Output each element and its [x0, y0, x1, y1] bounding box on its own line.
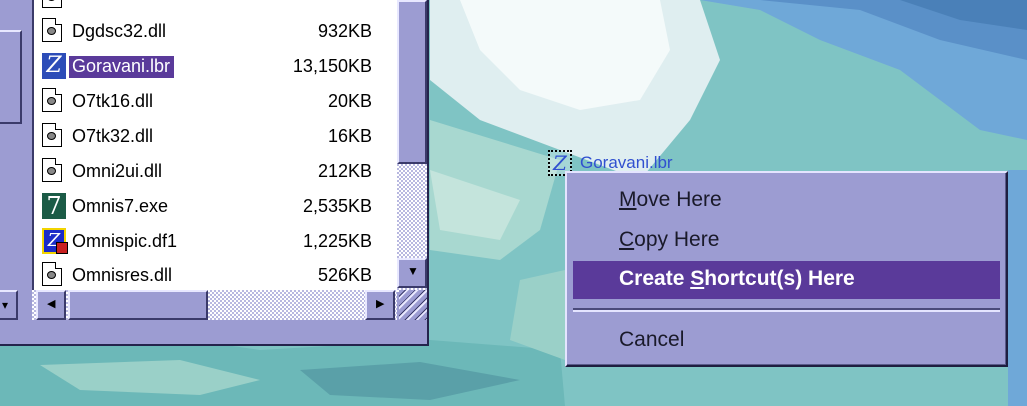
list-item[interactable]: Omnisres.dll 526KB: [42, 258, 392, 292]
omnis-library-icon: Z: [42, 53, 66, 79]
list-item-selected[interactable]: Z Goravani.lbr 13,150KB: [42, 49, 392, 83]
scroll-left-button[interactable]: ◀: [36, 290, 66, 320]
menu-item-copy-here[interactable]: Copy Here: [573, 221, 1000, 259]
file-name: Dgdsc32.dll: [72, 21, 167, 41]
context-menu: Move Here Copy Here Create Shortcut(s) H…: [565, 171, 1008, 367]
dll-file-icon: [42, 0, 66, 10]
file-name: Omnisres.dll: [72, 265, 173, 285]
list-item[interactable]: O7tk16.dll 20KB: [42, 84, 392, 118]
dll-file-icon: [42, 18, 66, 44]
vertical-scrollbar[interactable]: ▼: [397, 0, 427, 290]
omnis-datafile-icon: Z: [42, 228, 68, 254]
file-size: 20KB: [327, 91, 372, 111]
horizontal-scrollbar[interactable]: ◀ ▶: [32, 290, 397, 320]
horizontal-scroll-thumb[interactable]: [68, 290, 208, 320]
omnis-exe-icon: 7: [42, 193, 66, 219]
file-size: 526KB: [317, 265, 372, 285]
dll-file-icon: [42, 262, 66, 288]
file-size: 16KB: [327, 126, 372, 146]
file-size: 1,225KB: [302, 231, 372, 251]
folder-tree-pane-edge: ▾: [0, 0, 22, 320]
file-size: 932KB: [317, 21, 372, 41]
dll-file-icon: [42, 158, 66, 184]
menu-item-create-shortcut-here[interactable]: Create Shortcut(s) Here: [573, 261, 1000, 299]
accelerator-key: S: [690, 267, 705, 290]
file-name: Omni2ui.dll: [72, 161, 163, 181]
arrow-down-icon: ▾: [2, 298, 9, 312]
list-item[interactable]: 7 Omnis7.exe 2,535KB: [42, 189, 392, 223]
file-name: Omnis7.exe: [72, 196, 169, 216]
dll-file-icon: [42, 123, 66, 149]
file-size: 212KB: [317, 161, 372, 181]
file-size: 2,535KB: [302, 196, 372, 216]
tree-scroll-down-button[interactable]: ▾: [0, 290, 18, 320]
accelerator-key: M: [619, 188, 637, 211]
vertical-scroll-thumb[interactable]: [397, 0, 427, 164]
list-item[interactable]: Dgdsc32.dll 932KB: [42, 14, 392, 48]
file-size: 13,150KB: [292, 56, 372, 76]
dll-file-icon: [42, 88, 66, 114]
list-item-partial[interactable]: [42, 0, 392, 14]
file-list[interactable]: Dgdsc32.dll 932KB Z Goravani.lbr 13,150K…: [32, 0, 399, 292]
accelerator-key: C: [619, 228, 635, 251]
file-name: Omnispic.df1: [72, 231, 178, 251]
arrow-left-icon: ◀: [47, 298, 56, 310]
list-item[interactable]: Z Omnispic.df1 1,225KB: [42, 224, 392, 258]
menu-separator: [573, 308, 1000, 312]
drag-ghost-label: Goravani.lbr: [580, 153, 673, 172]
arrow-right-icon: ▶: [376, 298, 385, 310]
file-name: O7tk32.dll: [72, 126, 154, 146]
arrow-down-icon: ▼: [407, 264, 419, 278]
scroll-right-button[interactable]: ▶: [365, 290, 395, 320]
list-item[interactable]: O7tk32.dll 16KB: [42, 119, 392, 153]
tree-scroll-thumb[interactable]: [0, 30, 22, 124]
resize-grip-icon[interactable]: [399, 290, 427, 320]
list-item[interactable]: Omni2ui.dll 212KB: [42, 154, 392, 188]
file-name: O7tk16.dll: [72, 91, 154, 111]
file-name: Goravani.lbr: [69, 56, 175, 78]
menu-item-move-here[interactable]: Move Here: [573, 181, 1000, 219]
scroll-down-button[interactable]: ▼: [397, 258, 427, 288]
menu-item-cancel[interactable]: Cancel: [573, 321, 1000, 359]
